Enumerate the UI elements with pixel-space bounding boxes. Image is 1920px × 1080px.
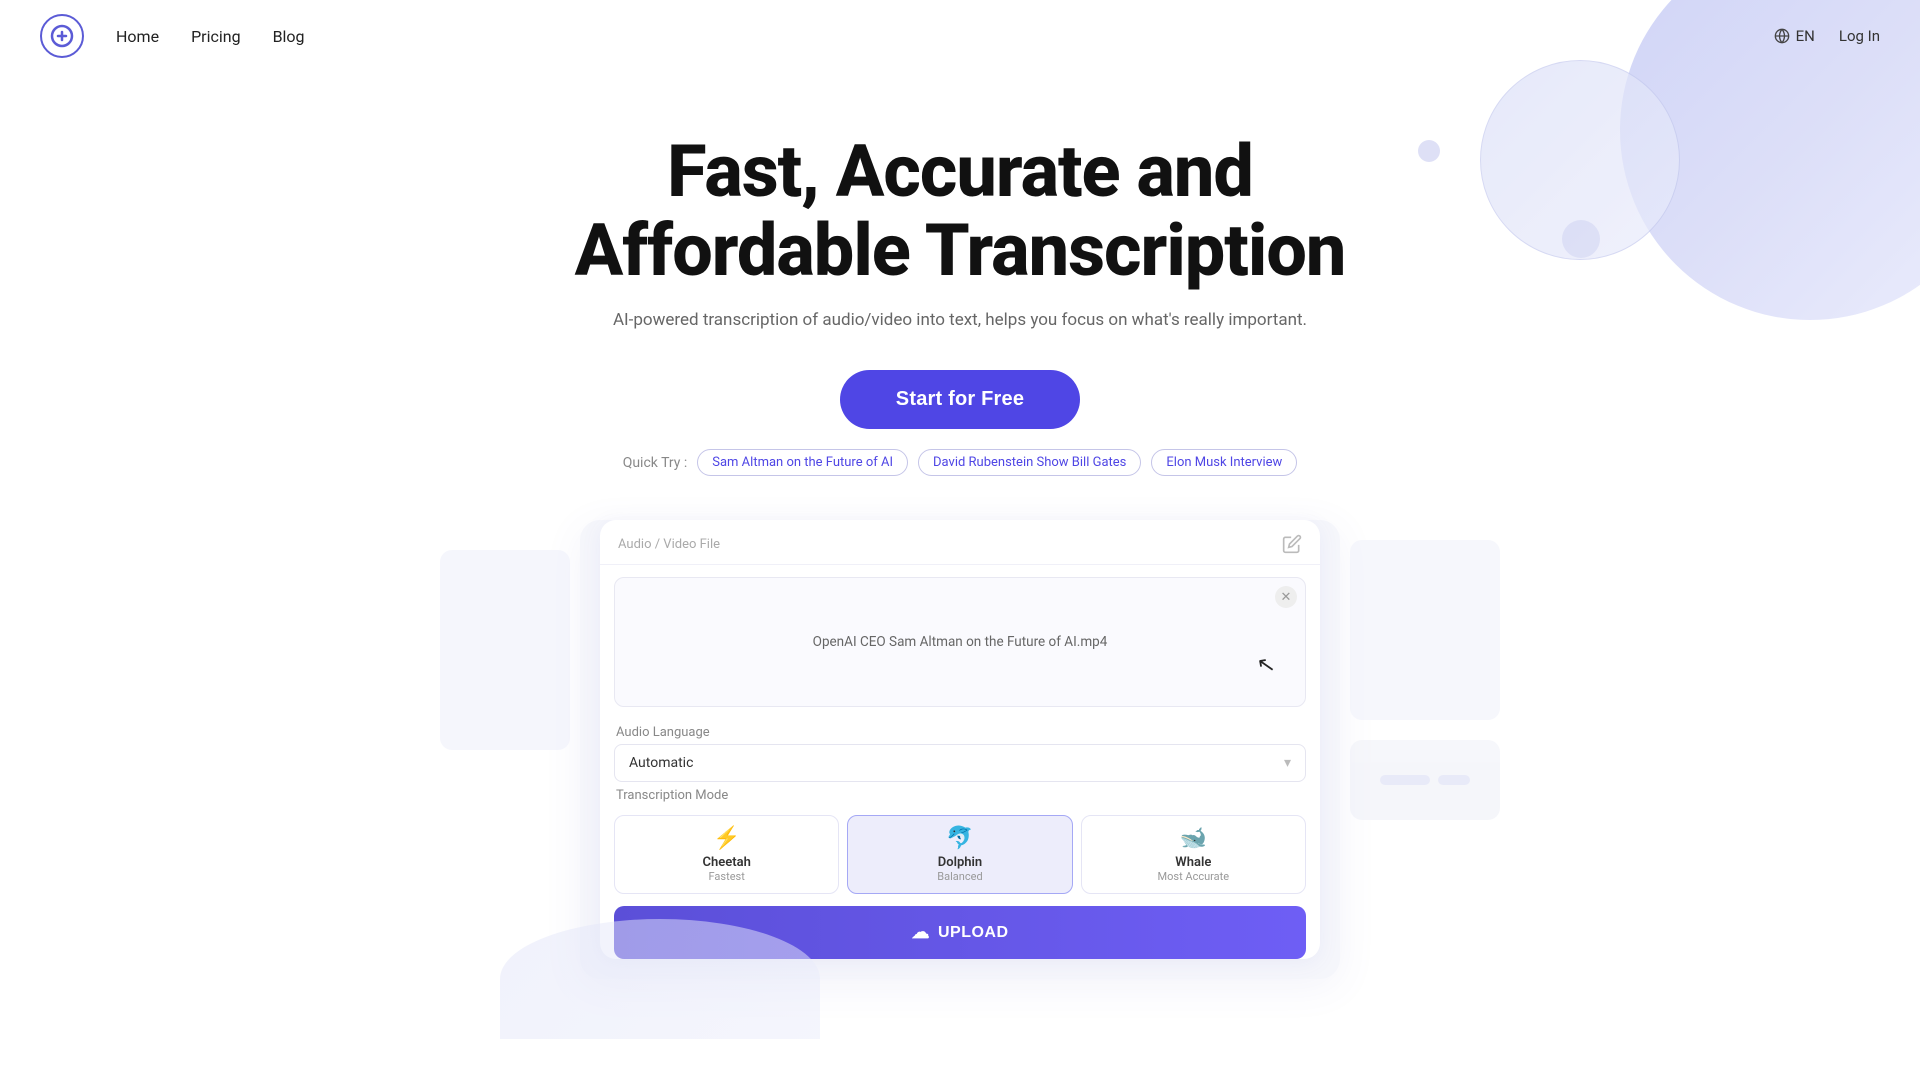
- side-pill-1: [1380, 775, 1430, 785]
- lang-section-label: Audio Language: [600, 719, 1320, 744]
- start-free-button[interactable]: Start for Free: [840, 370, 1080, 429]
- upload-button-label: UPLOAD: [938, 924, 1009, 942]
- card-topbar: Audio / Video File: [600, 520, 1320, 565]
- side-pill-2: [1438, 775, 1470, 785]
- hero-section: Fast, Accurate and Affordable Transcript…: [0, 72, 1920, 476]
- file-name-display: OpenAI CEO Sam Altman on the Future of A…: [813, 634, 1108, 650]
- login-button[interactable]: Log In: [1839, 27, 1880, 45]
- side-panel-right-pills: [1350, 740, 1500, 820]
- whale-desc: Most Accurate: [1090, 870, 1297, 883]
- dolphin-icon: 🐬: [856, 826, 1063, 851]
- quick-tag-1[interactable]: David Rubenstein Show Bill Gates: [918, 449, 1141, 476]
- cursor-icon: ↖: [1255, 652, 1277, 680]
- mode-dolphin[interactable]: 🐬 Dolphin Balanced: [847, 815, 1072, 894]
- logo[interactable]: [40, 14, 84, 58]
- nav-links: Home Pricing Blog: [116, 27, 305, 46]
- upload-icon: ☁: [911, 922, 930, 943]
- nav-blog[interactable]: Blog: [273, 27, 305, 46]
- upload-card: Audio / Video File ✕ OpenAI CEO Sam Altm…: [600, 520, 1320, 959]
- file-close-button[interactable]: ✕: [1275, 586, 1297, 608]
- language-label: EN: [1796, 27, 1815, 45]
- hero-subtitle: AI-powered transcription of audio/video …: [0, 310, 1920, 330]
- hero-title-line1: Fast, Accurate and: [667, 129, 1253, 214]
- quick-try-section: Quick Try : Sam Altman on the Future of …: [0, 449, 1920, 476]
- file-section-label: Audio / Video File: [618, 537, 720, 552]
- mode-cheetah[interactable]: ⚡ Cheetah Fastest: [614, 815, 839, 894]
- quick-try-label: Quick Try :: [623, 455, 688, 471]
- hero-title-line2: Affordable Transcription: [575, 208, 1346, 293]
- bottom-arc: [500, 919, 820, 1039]
- dolphin-desc: Balanced: [856, 870, 1063, 883]
- side-panel-right: [1350, 540, 1500, 720]
- nav-home[interactable]: Home: [116, 27, 159, 46]
- widget-section: Audio / Video File ✕ OpenAI CEO Sam Altm…: [0, 520, 1920, 979]
- nav-pricing[interactable]: Pricing: [191, 27, 241, 46]
- hero-title: Fast, Accurate and Affordable Transcript…: [0, 132, 1920, 290]
- edit-icon[interactable]: [1282, 534, 1302, 554]
- cheetah-desc: Fastest: [623, 870, 830, 883]
- file-drop-zone[interactable]: ✕ OpenAI CEO Sam Altman on the Future of…: [614, 577, 1306, 707]
- quick-tag-2[interactable]: Elon Musk Interview: [1151, 449, 1297, 476]
- language-selector[interactable]: EN: [1774, 27, 1815, 45]
- whale-name: Whale: [1090, 855, 1297, 870]
- nav-right: EN Log In: [1774, 27, 1880, 45]
- navbar: Home Pricing Blog EN Log In: [0, 0, 1920, 72]
- hero-cta: Start for Free: [0, 370, 1920, 429]
- whale-icon: 🐋: [1090, 826, 1297, 851]
- quick-tag-0[interactable]: Sam Altman on the Future of AI: [697, 449, 908, 476]
- side-panel-left: [440, 550, 570, 750]
- mode-cards-group: ⚡ Cheetah Fastest 🐬 Dolphin Balanced 🐋 W…: [614, 815, 1306, 894]
- widget-outer: Audio / Video File ✕ OpenAI CEO Sam Altm…: [580, 520, 1340, 979]
- language-dropdown[interactable]: Automatic ▾: [614, 744, 1306, 782]
- globe-icon: [1774, 28, 1790, 44]
- language-value: Automatic: [629, 755, 693, 771]
- cheetah-icon: ⚡: [623, 826, 830, 851]
- dolphin-name: Dolphin: [856, 855, 1063, 870]
- mode-section-label: Transcription Mode: [600, 782, 1320, 807]
- cheetah-name: Cheetah: [623, 855, 830, 870]
- mode-whale[interactable]: 🐋 Whale Most Accurate: [1081, 815, 1306, 894]
- chevron-down-icon: ▾: [1284, 755, 1291, 771]
